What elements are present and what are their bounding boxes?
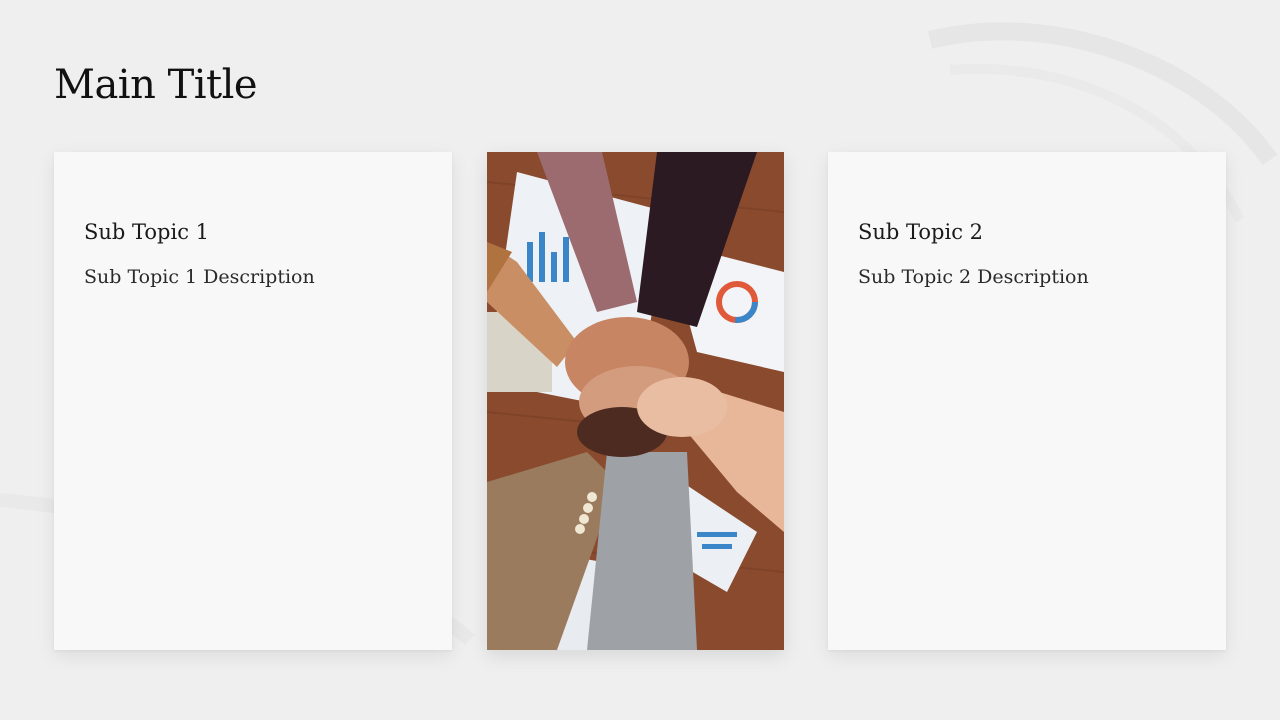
sub-topic-1-description: Sub Topic 1 Description <box>84 266 315 288</box>
sub-topic-card-1: Sub Topic 1 Sub Topic 1 Description <box>54 152 452 650</box>
sub-topic-1-title: Sub Topic 1 <box>84 220 210 244</box>
team-hands-photo <box>487 152 784 650</box>
sub-topic-2-description: Sub Topic 2 Description <box>858 266 1089 288</box>
sub-topic-card-2: Sub Topic 2 Sub Topic 2 Description <box>828 152 1226 650</box>
sub-topic-2-title: Sub Topic 2 <box>858 220 984 244</box>
page-title: Main Title <box>54 62 258 108</box>
